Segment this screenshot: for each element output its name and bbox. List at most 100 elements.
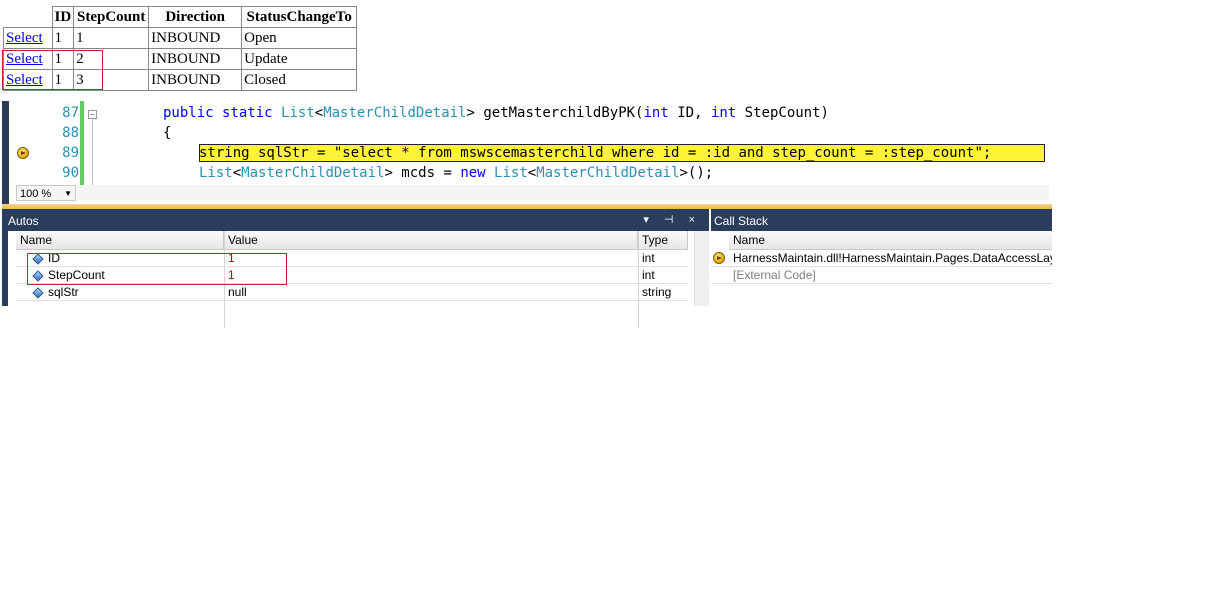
current-frame-arrow-icon: [713, 252, 725, 264]
variable-type: int: [642, 268, 655, 282]
grid-select-cell: Select: [3, 27, 53, 49]
code-text: StepCount): [736, 105, 829, 121]
grid-cell-id: 1: [51, 69, 75, 91]
code-line-87[interactable]: public static List<MasterChildDetail> ge…: [163, 105, 829, 121]
grid-cell-stepcount: 3: [73, 69, 150, 91]
type-name: MasterChildDetail: [323, 105, 467, 121]
type-name: List: [199, 165, 233, 181]
grid-cell-direction: INBOUND: [148, 48, 243, 70]
table-row[interactable]: [External Code]: [711, 267, 1052, 284]
code-editor[interactable]: − 87 88 89 90 public static List<MasterC…: [2, 101, 1052, 204]
autos-name-cell: StepCount: [16, 267, 224, 284]
call-stack-grid: Name HarnessMaintain.dll!HarnessMaintain…: [711, 231, 1052, 306]
data-grid: ID StepCount Direction StatusChangeTo Se…: [3, 6, 358, 91]
table-row[interactable]: ID 1 int: [16, 250, 688, 267]
collapse-toggle-icon[interactable]: −: [88, 110, 97, 119]
zoom-value: 100 %: [20, 188, 52, 200]
table-row: Select 1 1 INBOUND Open: [3, 27, 358, 49]
vertical-scrollbar[interactable]: [694, 231, 709, 306]
stack-frame-name: HarnessMaintain.dll!HarnessMaintain.Page…: [733, 251, 1052, 265]
variable-name: ID: [48, 251, 60, 265]
variable-value[interactable]: 1: [228, 250, 642, 267]
grid-cell-id: 1: [51, 27, 75, 49]
call-stack-title: Call Stack: [714, 214, 769, 228]
field-icon: [32, 287, 44, 299]
autos-col-name[interactable]: Name: [16, 231, 224, 250]
line-number: 87: [62, 105, 79, 121]
table-row[interactable]: sqlStr null string: [16, 284, 688, 301]
code-line-89[interactable]: string sqlStr = "select * from mswscemas…: [199, 145, 991, 161]
variable-name: StepCount: [48, 268, 105, 282]
changed-lines-bar: [80, 101, 84, 185]
grid-cell-stepcount: 2: [73, 48, 150, 70]
outline-line: [92, 119, 93, 185]
keyword: int: [710, 105, 737, 121]
grid-cell-status: Open: [241, 27, 358, 49]
table-row: Select 1 3 INBOUND Closed: [3, 69, 358, 91]
select-link[interactable]: Select: [6, 72, 43, 88]
line-number: 90: [62, 165, 79, 181]
keyword: new: [460, 165, 486, 181]
code-text: ID,: [668, 105, 711, 121]
call-stack-col-name[interactable]: Name: [729, 231, 1052, 250]
autos-col-type[interactable]: Type: [638, 231, 688, 250]
field-icon: [32, 270, 44, 282]
autos-window: Autos ▾ ⊣ × Name Value Type ID 1 int Ste…: [2, 209, 709, 328]
code-text: > mcds =: [384, 165, 461, 181]
zoom-dropdown[interactable]: 100 % ▼: [16, 185, 76, 201]
code-line-88[interactable]: {: [163, 125, 171, 141]
field-icon: [32, 253, 44, 265]
grid-cell-status: Closed: [241, 69, 358, 91]
variable-value[interactable]: null: [228, 284, 642, 301]
grid-select-cell: Select: [3, 69, 53, 91]
chevron-down-icon: ▼: [64, 189, 72, 198]
line-number: 89: [62, 145, 79, 161]
type-name: MasterChildDetail: [536, 165, 680, 181]
code-text: <: [232, 165, 242, 181]
keyword: int: [643, 105, 669, 121]
code-text: <: [314, 105, 324, 121]
table-row[interactable]: HarnessMaintain.dll!HarnessMaintain.Page…: [711, 250, 1052, 267]
variable-name: sqlStr: [48, 285, 79, 299]
variable-type: int: [642, 251, 655, 265]
autos-grid: Name Value Type ID 1 int StepCount 1 int…: [8, 231, 709, 328]
grid-header-blank: [3, 6, 53, 28]
column-divider: [638, 231, 639, 328]
autos-title: Autos: [8, 214, 39, 228]
stack-frame-name: [External Code]: [733, 268, 816, 282]
type-name: MasterChildDetail: [241, 165, 385, 181]
grid-header-direction: Direction: [148, 6, 243, 28]
autos-name-cell: ID: [16, 250, 224, 267]
line-number: 88: [62, 125, 79, 141]
grid-header-row: ID StepCount Direction StatusChangeTo: [3, 6, 358, 28]
code-line-90[interactable]: List<MasterChildDetail> mcds = new List<…: [199, 165, 713, 181]
grid-header-status: StatusChangeTo: [241, 6, 358, 28]
type-name: List: [494, 165, 528, 181]
grid-cell-direction: INBOUND: [148, 27, 243, 49]
select-link[interactable]: Select: [6, 30, 43, 46]
column-divider: [224, 231, 225, 328]
pane-buttons[interactable]: ▾ ⊣ ×: [643, 213, 701, 226]
variable-type: string: [642, 285, 672, 299]
autos-col-value[interactable]: Value: [224, 231, 638, 250]
current-statement-arrow-icon: [17, 147, 29, 159]
grid-cell-stepcount: 1: [73, 27, 150, 49]
grid-cell-id: 1: [51, 48, 75, 70]
call-stack-window: Call Stack Name HarnessMaintain.dll!Harn…: [711, 209, 1052, 306]
type-name: List: [281, 105, 315, 121]
select-link[interactable]: Select: [6, 51, 43, 67]
variable-value[interactable]: 1: [228, 267, 642, 284]
keyword: public: [163, 105, 214, 121]
table-row: Select 1 2 INBOUND Update: [3, 48, 358, 70]
grid-header-stepcount: StepCount: [73, 6, 150, 28]
code-text: >();: [679, 165, 714, 181]
horizontal-scrollbar[interactable]: [77, 185, 1049, 201]
code-text: > getMasterchildByPK(: [466, 105, 644, 121]
grid-header-id: ID: [51, 6, 75, 28]
grid-cell-direction: INBOUND: [148, 69, 243, 91]
keyword: static: [222, 105, 273, 121]
grid-cell-status: Update: [241, 48, 358, 70]
code-text: <: [527, 165, 537, 181]
table-row[interactable]: StepCount 1 int: [16, 267, 688, 284]
